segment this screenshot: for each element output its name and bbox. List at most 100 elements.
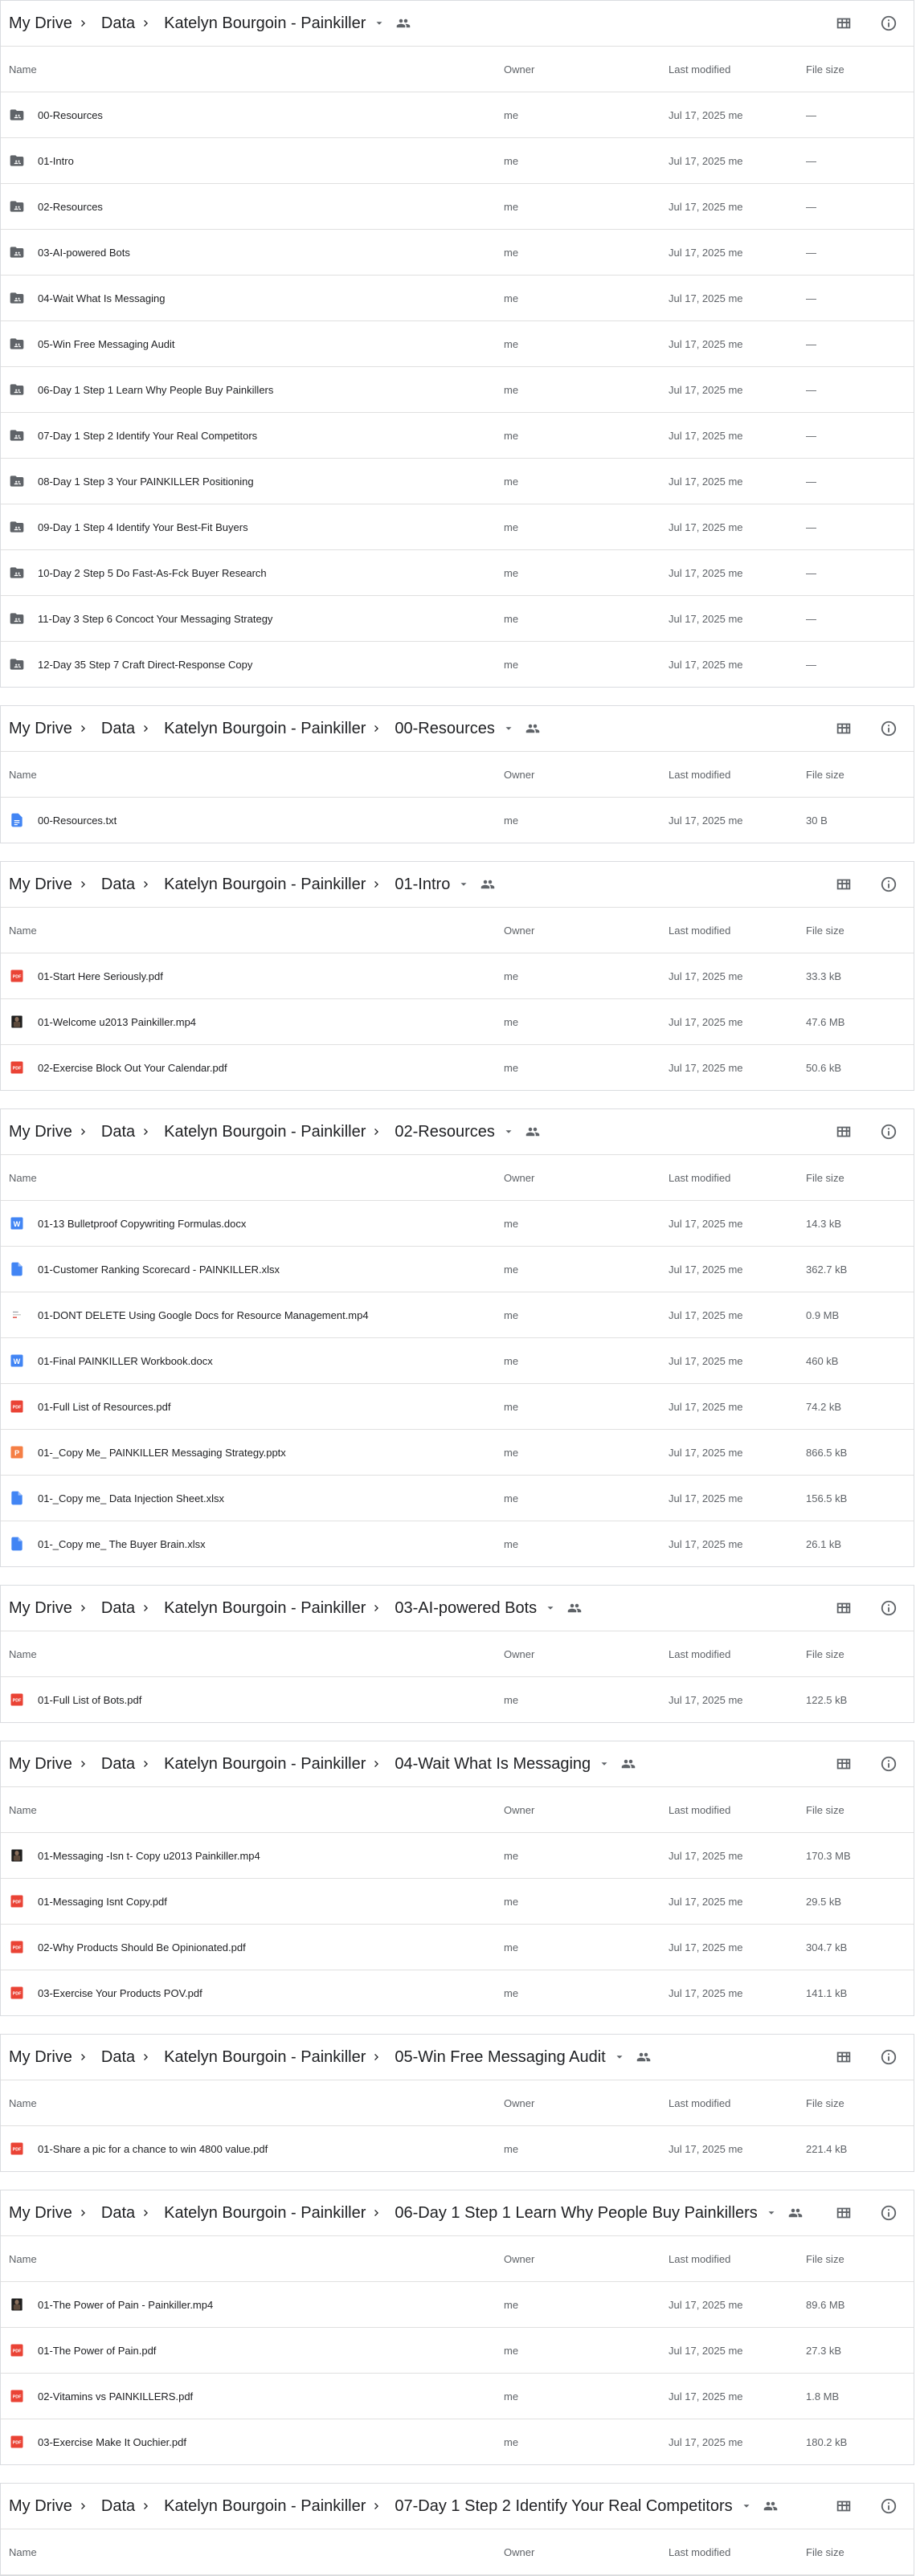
arrow-drop-down-icon[interactable] [374,18,385,29]
breadcrumb-item[interactable]: Data [101,2204,135,2223]
breadcrumb-item[interactable]: 05-Win Free Messaging Audit [395,2048,605,2067]
breadcrumb-item[interactable]: Data [101,2048,135,2067]
breadcrumb-item[interactable]: Katelyn Bourgoin - Painkiller [164,2497,366,2516]
grid-view-icon[interactable] [835,2204,853,2222]
column-header-file-size[interactable]: File size [806,2253,844,2265]
breadcrumb-item[interactable]: Data [101,720,135,738]
arrow-drop-down-icon[interactable] [503,1126,514,1137]
breadcrumb-item[interactable]: My Drive [9,1123,72,1141]
arrow-drop-down-icon[interactable] [503,723,514,734]
table-row[interactable]: 11-Day 3 Step 6 Concoct Your Messaging S… [1,596,914,642]
grid-view-icon[interactable] [835,1755,853,1773]
table-row[interactable]: 01-Intro me Jul 17, 2025 me — [1,138,914,184]
table-row[interactable]: 12-Day 35 Step 7 Craft Direct-Response C… [1,642,914,687]
column-header-last-modified[interactable]: Last modified [669,63,730,76]
column-header-file-size[interactable]: File size [806,1648,844,1660]
column-header-file-size[interactable]: File size [806,925,844,937]
grid-view-icon[interactable] [835,2048,853,2066]
people-icon[interactable] [567,1601,582,1615]
column-header-file-size[interactable]: File size [806,1172,844,1184]
grid-view-icon[interactable] [835,876,853,893]
breadcrumb-item[interactable]: My Drive [9,1755,72,1774]
table-row[interactable]: PDF 01-Full List of Bots.pdf me Jul 17, 202… [1,1677,914,1722]
table-row[interactable]: 03-AI-powered Bots me Jul 17, 2025 me — [1,230,914,276]
column-header-last-modified[interactable]: Last modified [669,2253,730,2265]
column-header-file-size[interactable]: File size [806,2546,844,2558]
table-row[interactable]: PDF 01-Messaging Isnt Copy.pdf me Jul 17, 2… [1,1879,914,1925]
table-row[interactable]: PDF 01-Share a pic for a chance to win 48… [1,2126,914,2171]
breadcrumb-item[interactable]: Data [101,14,135,33]
breadcrumb-item[interactable]: Data [101,1755,135,1774]
breadcrumb-item[interactable]: Data [101,876,135,894]
table-row[interactable]: 09-Day 1 Step 4 Identify Your Best-Fit B… [1,504,914,550]
breadcrumb-item[interactable]: Katelyn Bourgoin - Painkiller [164,720,366,738]
table-row[interactable]: PDF 03-Exercise Make It Ouchier.pdf me Jul … [1,2419,914,2464]
breadcrumb-item[interactable]: My Drive [9,876,72,894]
grid-view-icon[interactable] [835,1123,853,1141]
breadcrumb-item[interactable]: 02-Resources [395,1123,495,1141]
breadcrumb-item[interactable]: Data [101,1123,135,1141]
table-row[interactable]: 01-_Copy me_ Data Injection Sheet.xlsx me… [1,1476,914,1521]
column-header-name[interactable]: Name [9,1804,37,1816]
table-row[interactable]: 00-Resources me Jul 17, 2025 me — [1,92,914,138]
people-icon[interactable] [636,2050,651,2064]
breadcrumb-item[interactable]: 06-Day 1 Step 1 Learn Why People Buy Pai… [395,2204,757,2223]
column-header-last-modified[interactable]: Last modified [669,769,730,781]
table-row[interactable]: 01-The Power of Pain - Painkiller.mp4 me J… [1,2282,914,2328]
breadcrumb-item[interactable]: Katelyn Bourgoin - Painkiller [164,1755,366,1774]
people-icon[interactable] [525,721,540,736]
table-row[interactable]: PDF 02-Exercise Block Out Your Calendar.p… [1,1045,914,1090]
info-icon[interactable] [880,2497,898,2515]
column-header-name[interactable]: Name [9,2253,37,2265]
breadcrumb-item[interactable]: Katelyn Bourgoin - Painkiller [164,2048,366,2067]
column-header-name[interactable]: Name [9,769,37,781]
column-header-name[interactable]: Name [9,2546,37,2558]
breadcrumb-item[interactable]: My Drive [9,2497,72,2516]
table-row[interactable]: 06-Day 1 Step 1 Learn Why People Buy Pai… [1,367,914,413]
breadcrumb-item[interactable]: Data [101,2497,135,2516]
column-header-file-size[interactable]: File size [806,2097,844,2109]
column-header-name[interactable]: Name [9,925,37,937]
people-icon[interactable] [621,1757,636,1771]
column-header-last-modified[interactable]: Last modified [669,2097,730,2109]
table-row[interactable]: 01-Customer Ranking Scorecard - PAINKILL… [1,1247,914,1292]
table-row[interactable]: 08-Day 1 Step 3 Your PAINKILLER Position… [1,459,914,504]
breadcrumb-item[interactable]: 00-Resources [395,720,495,738]
table-row[interactable]: PDF 03-Exercise Your Products POV.pdf me Ju… [1,1970,914,2015]
table-row[interactable]: 02-Resources me Jul 17, 2025 me — [1,184,914,230]
breadcrumb-item[interactable]: 04-Wait What Is Messaging [395,1755,591,1774]
grid-view-icon[interactable] [835,720,853,737]
breadcrumb-item[interactable]: My Drive [9,2048,72,2067]
table-row[interactable]: PDF 02-Why Products Should Be Opinionated… [1,1925,914,1970]
people-icon[interactable] [788,2206,803,2220]
column-header-last-modified[interactable]: Last modified [669,1648,730,1660]
table-row[interactable]: PDF 01-Start Here Seriously.pdf me Jul 17, … [1,953,914,999]
info-icon[interactable] [880,1599,898,1617]
table-row[interactable]: 00-Resources.txt me Jul 17, 2025 me 30 B [1,798,914,843]
breadcrumb-item[interactable]: 03-AI-powered Bots [395,1599,537,1618]
breadcrumb-item[interactable]: Katelyn Bourgoin - Painkiller [164,1599,366,1618]
arrow-drop-down-icon[interactable] [458,879,469,890]
table-row[interactable]: 01-DONT DELETE Using Google Docs for Res… [1,1292,914,1338]
breadcrumb-item[interactable]: My Drive [9,1599,72,1618]
breadcrumb-item[interactable]: 01-Intro [395,876,450,894]
grid-view-icon[interactable] [835,1599,853,1617]
people-icon[interactable] [480,877,495,892]
table-row[interactable]: PDF 02-Vitamins vs PAINKILLERS.pdf me Jul 1… [1,2374,914,2419]
info-icon[interactable] [880,1123,898,1141]
info-icon[interactable] [880,1755,898,1773]
table-row[interactable]: 05-Win Free Messaging Audit me Jul 17, 202… [1,321,914,367]
info-icon[interactable] [880,876,898,893]
people-icon[interactable] [396,16,411,31]
grid-view-icon[interactable] [835,14,853,32]
people-icon[interactable] [763,2499,778,2513]
table-row[interactable]: 01-_Copy me_ The Buyer Brain.xlsx me Jul 1… [1,1521,914,1566]
column-header-file-size[interactable]: File size [806,1804,844,1816]
breadcrumb-item[interactable]: Katelyn Bourgoin - Painkiller [164,2204,366,2223]
breadcrumb-item[interactable]: Katelyn Bourgoin - Painkiller [164,14,366,33]
table-row[interactable]: W 01-Final PAINKILLER Workbook.docx me Jul … [1,1338,914,1384]
table-row[interactable]: 01-Welcome u2013 Painkiller.mp4 me Jul 17,… [1,999,914,1045]
table-row[interactable]: 10-Day 2 Step 5 Do Fast-As-Fck Buyer Res… [1,550,914,596]
table-row[interactable]: W 01-13 Bulletproof Copywriting Formulas.… [1,1201,914,1247]
arrow-drop-down-icon[interactable] [766,2207,777,2219]
